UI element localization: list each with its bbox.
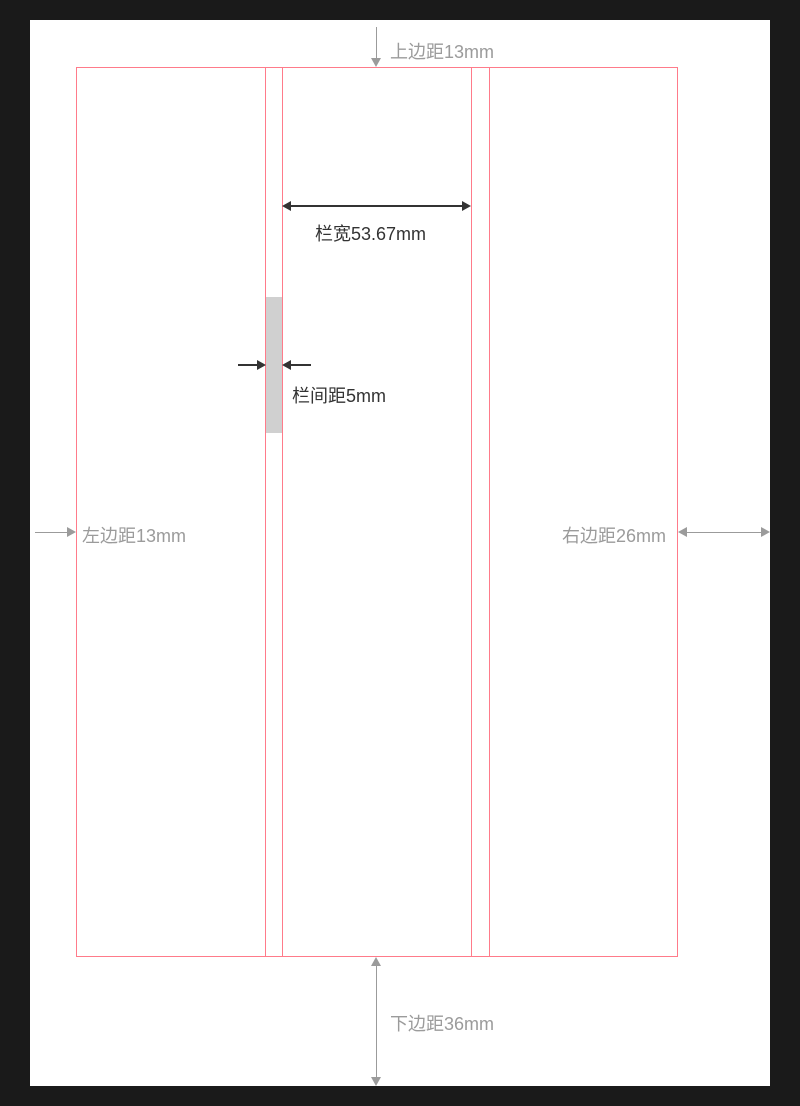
- gutter-label: 栏间距5mm: [292, 382, 386, 408]
- bottom-margin-arrow-up: [371, 957, 381, 966]
- left-margin-arrow-head: [67, 527, 76, 537]
- col2-right-guide: [471, 67, 472, 957]
- left-margin-label: 左边距13mm: [82, 522, 186, 548]
- gutter-left-arrow: [257, 360, 266, 370]
- column-width-arrow-right: [462, 201, 471, 211]
- column-width-label: 栏宽53.67mm: [315, 220, 426, 246]
- margin-box: [76, 67, 678, 957]
- right-margin-label: 右边距26mm: [562, 522, 666, 548]
- gutter-left-shaft: [238, 364, 258, 366]
- right-margin-arrow-left: [678, 527, 687, 537]
- bottom-margin-label: 下边距36mm: [390, 1010, 494, 1036]
- gutter-right-arrow: [282, 360, 291, 370]
- left-margin-arrow-shaft: [35, 532, 68, 533]
- bottom-margin-arrow-down: [371, 1077, 381, 1086]
- column-width-shaft: [291, 205, 462, 207]
- right-margin-arrow-shaft: [687, 532, 765, 533]
- page-canvas: 上边距13mm 下边距36mm 左边距13mm 右边距26mm 栏宽53.67m…: [30, 20, 770, 1086]
- bottom-margin-arrow-shaft: [376, 966, 377, 1078]
- top-margin-label: 上边距13mm: [390, 38, 494, 64]
- column-width-arrow-left: [282, 201, 291, 211]
- gutter-highlight: [266, 297, 282, 433]
- top-margin-arrow-head: [371, 58, 381, 67]
- top-margin-arrow-shaft: [376, 27, 377, 59]
- col3-left-guide: [489, 67, 490, 957]
- gutter-right-shaft: [291, 364, 311, 366]
- right-margin-arrow-right: [761, 527, 770, 537]
- col1-right-guide: [265, 67, 266, 957]
